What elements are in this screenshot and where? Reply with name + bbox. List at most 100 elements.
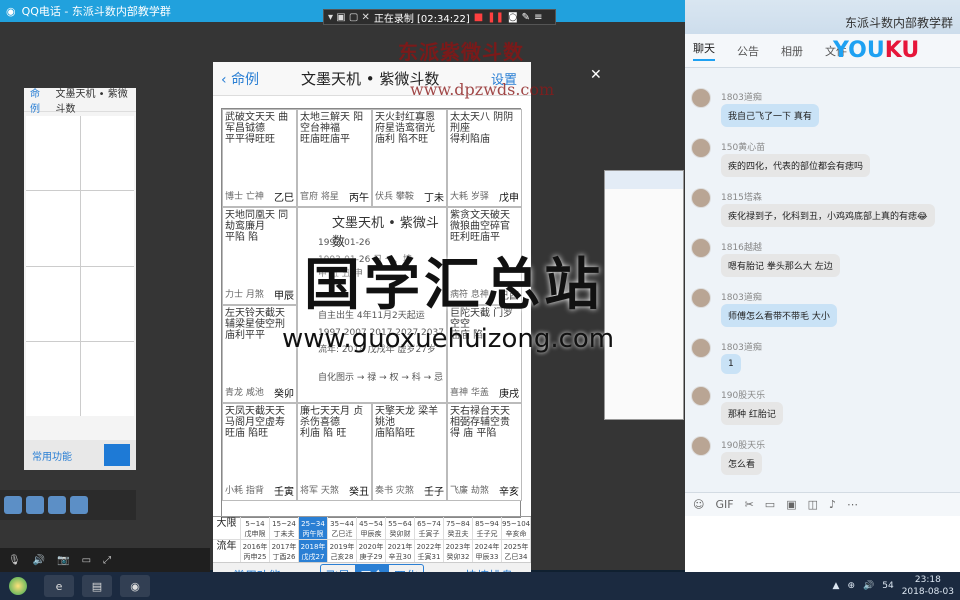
liunian-cell[interactable]: 2022年 壬寅31 [415,540,444,563]
palace-hai[interactable]: 天右禄台天天 相弼存辅空贵 得 庙 平陷 飞廉 劫煞 辛亥 [447,403,522,501]
clock-time: 23:18 [914,575,941,585]
palace-chen[interactable]: 天地同凰天 同劫鸾廉月 平陷 陷 力士 月煞 甲辰 [222,207,297,305]
avatar[interactable] [691,338,711,358]
tab-announcement[interactable]: 公告 [737,43,759,59]
avatar[interactable] [691,188,711,208]
bg-cell [80,266,134,341]
background-back-button[interactable]: 命例 [30,85,47,115]
screenshot-icon[interactable]: ◙ [508,12,518,23]
dayun-table: 大限 5~14 戊申限 15~24 丁未夫 25~34 丙午限 35~44 乙巳… [213,516,531,563]
background-chart-grid [26,116,134,416]
palace-yin[interactable]: 天凤天截天天 马阁月空虚寿 旺庙 陷旺 小耗 指背 壬寅 [222,403,297,501]
dayun-cell-selected[interactable]: 25~34 丙午限 [299,517,328,540]
palace-brightness: 利庙 陷 旺 [300,428,347,439]
palace-shen[interactable]: 太太天八 阴阴刑座 得利陷庙 大耗 岁驿 戊申 [447,109,522,207]
liunian-cell[interactable]: 2020年 庚子29 [357,540,386,563]
app-taskbar-icon[interactable]: ◉ [120,575,150,597]
app-icon[interactable] [70,496,88,514]
stop-icon[interactable]: ■ [474,12,483,23]
message-bubble[interactable]: 1 [721,354,741,374]
background-common-button[interactable]: 常用功能 [32,448,72,463]
camera-off-icon[interactable]: 📷 [57,555,69,566]
app-icon[interactable] [26,496,44,514]
group-chat-panel: 东派斗数内部教学群 聊天 公告 相册 文件 1803道痴 我自己飞了一下 真有 … [685,0,960,576]
avatar[interactable] [691,436,711,456]
tab-chat[interactable]: 聊天 [693,40,715,61]
message-input[interactable] [685,516,960,576]
palace-chou[interactable]: 廉七天天月 贞杀伤喜德 利庙 陷 旺 将军 天煞 癸丑 [297,403,372,501]
liunian-cell[interactable]: 2024年 甲辰33 [473,540,502,563]
screen-icon[interactable]: ▭ [82,555,91,566]
network-icon[interactable]: ⊕ [847,581,855,591]
palace-ganzhi: 丙午 [349,193,369,204]
dayun-cell[interactable]: 15~24 丁未夫 [270,517,299,540]
liunian-cell[interactable]: 2019年 己亥28 [328,540,357,563]
tray-badge[interactable]: 54 [882,581,893,591]
volume-icon[interactable]: 🔊 [863,581,874,591]
message-bubble[interactable]: 疾的四化，代表的部位都会有痣吗 [721,154,871,177]
liunian-cell-selected[interactable]: 2018年 戊戌27 [299,540,328,563]
dayun-cell[interactable]: 45~54 甲辰疾 [357,517,386,540]
close-icon[interactable]: ✕ [590,67,602,83]
dayun-cell[interactable]: 35~44 乙巳迁 [328,517,357,540]
mic-icon[interactable]: 🎙 [8,555,21,566]
palace-stars: 天凤天截天天 马阁月空虚寿 [225,406,285,428]
start-button[interactable] [0,572,36,600]
tab-album[interactable]: 相册 [781,43,803,59]
fullscreen-icon[interactable]: ⤢ [103,555,111,566]
pause-icon[interactable]: ❚❚ [487,12,504,23]
liunian-cell[interactable]: 2017年 丁酉26 [270,540,299,563]
palace-wu[interactable]: 太地三解天 阳空台神福 旺庙旺庙平 官府 将星 丙午 [297,109,372,207]
gif-icon[interactable]: GIF [715,498,733,511]
pen-icon[interactable]: ✎ [522,12,530,23]
palace-mao[interactable]: 左天铃天截天 辅梁星使空刑 庙利平平 青龙 咸池 癸卯 [222,305,297,403]
avatar[interactable] [691,288,711,308]
palace-zi[interactable]: 天擎天龙 梁羊姚池 庙陷陷旺 奏书 灾煞 壬子 [372,403,447,501]
dayun-cell[interactable]: 75~84 癸丑夫 [444,517,473,540]
ie-icon[interactable]: e [44,575,74,597]
dayun-cell[interactable]: 65~74 壬寅子 [415,517,444,540]
message-bubble[interactable]: 怎么看 [721,452,763,475]
folder-icon[interactable]: ▭ [765,498,775,511]
avatar[interactable] [691,386,711,406]
sender-name: 1803道痴 [721,93,762,103]
avatar[interactable] [691,88,711,108]
background-feixing-button[interactable] [104,444,130,466]
message-bubble[interactable]: 疾化禄到子，化科到丑，小鸡鸡底部上真的有痣😂 [721,204,935,227]
bg-cell [26,266,80,341]
palace-wei[interactable]: 天火封红寡恩 府星诰鸾宿光 庙利 陷不旺 伏兵 攀鞍 丁未 [372,109,447,207]
message-bubble[interactable]: 那种 红胎记 [721,402,783,425]
liunian-cell[interactable]: 2023年 癸卯32 [444,540,473,563]
clock[interactable]: 23:18 2018-08-03 [902,574,954,598]
background-qq-window-header [605,171,683,189]
file-explorer-icon[interactable]: ▤ [82,575,112,597]
liunian-cell[interactable]: 2021年 辛丑30 [386,540,415,563]
more-icon[interactable]: ⋯ [847,498,858,511]
speaker-icon[interactable]: 🔊 [33,555,45,566]
dayun-cell[interactable]: 55~64 癸卯财 [386,517,415,540]
gift-icon[interactable]: ◫ [808,498,818,511]
tray-icon[interactable]: ▲ [833,581,840,591]
microphone-icon[interactable]: ♪ [829,498,836,511]
palace-brightness: 庙陷陷旺 [375,428,415,439]
image-icon[interactable]: ▣ [786,498,796,511]
avatar[interactable] [691,238,711,258]
app-icon[interactable] [48,496,66,514]
dayun-cell[interactable]: 85~94 壬子兄 [473,517,502,540]
message-bubble[interactable]: 师傅怎么看带不带毛 大小 [721,304,837,327]
message-bubble[interactable]: 嗯有胎记 拳头那么大 左边 [721,254,840,277]
dayun-cell[interactable]: 5~14 戊申限 [241,517,270,540]
liunian-cell[interactable]: 2016年 丙申25 [241,540,270,563]
menu-icon[interactable]: ≡ [534,12,542,23]
back-button[interactable]: ‹ 命例 [221,69,259,89]
dayun-cell[interactable]: 95~104 辛亥命 [502,517,531,540]
recorder-window-icons[interactable]: ▾ ▣ ▢ ✕ [328,12,370,23]
app-icon[interactable] [4,496,22,514]
recording-toolbar: ▾ ▣ ▢ ✕ 正在录制 [02:34:22] ■ ❚❚ ◙ ✎ ≡ [323,9,556,25]
palace-si[interactable]: 武破文天天 曲军昌钺德 平平得旺旺 博士 亡神 乙巳 [222,109,297,207]
liunian-cell[interactable]: 2025年 乙巳34 [502,540,531,563]
emoji-icon[interactable]: ☺ [693,498,704,511]
avatar[interactable] [691,138,711,158]
scissors-icon[interactable]: ✂ [745,498,754,511]
message-bubble[interactable]: 我自己飞了一下 真有 [721,104,819,127]
